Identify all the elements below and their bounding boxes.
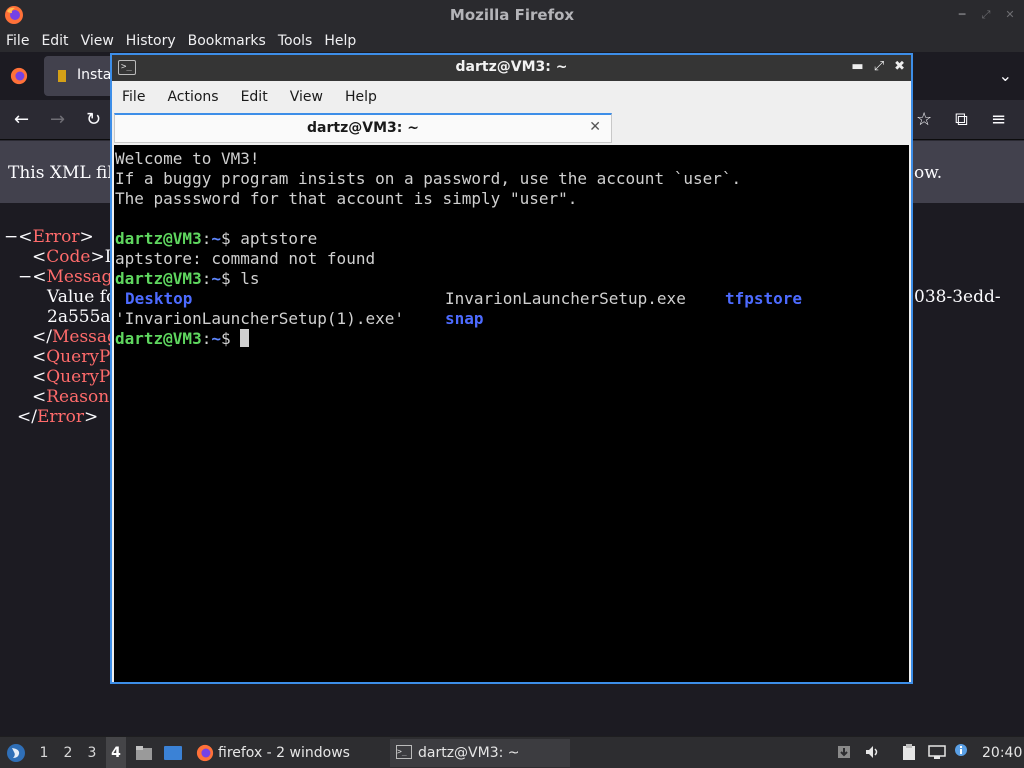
terminal-line: If a buggy program insists on a password… (115, 169, 742, 188)
prompt-path: ~ (211, 329, 221, 348)
network-icon[interactable] (928, 744, 946, 760)
taskbar-firefox-label: firefox - 2 windows (218, 745, 350, 761)
workspace-1[interactable]: 1 (36, 737, 52, 768)
ls-entry-directory: tfpstore (725, 289, 803, 308)
menu-file[interactable]: File (6, 30, 29, 52)
xml-error-open[interactable]: −<Error> (4, 227, 94, 247)
xml-message-value-line2: 2a555a (47, 307, 111, 327)
close-icon[interactable]: ✕ (1004, 8, 1016, 22)
terminal-titlebar[interactable]: >_ dartz@VM3: ~ ▬ ⤢ ✖ (112, 55, 911, 81)
xml-error-close: </Error> (17, 407, 99, 427)
prompt-user: dartz@VM3 (115, 269, 202, 288)
taskbar-terminal-task[interactable]: >_ dartz@VM3: ~ (390, 739, 570, 767)
xml-info-text: This XML file (8, 163, 123, 183)
clipboard-icon[interactable] (900, 743, 918, 761)
file-manager-icon[interactable] (135, 744, 153, 762)
clock[interactable]: 20:40 (982, 737, 1022, 768)
terminal-command: ls (240, 269, 260, 288)
app-menu-icon[interactable] (6, 743, 26, 763)
terminal-app-icon: >_ (396, 745, 412, 759)
menu-bookmarks[interactable]: Bookmarks (188, 30, 266, 52)
show-desktop-icon[interactable] (163, 744, 183, 762)
firefox-logo-icon (196, 744, 214, 762)
terminal-window[interactable]: >_ dartz@VM3: ~ ▬ ⤢ ✖ File Actions Edit … (110, 53, 913, 684)
terminal-menu-actions[interactable]: Actions (167, 81, 218, 113)
close-icon[interactable]: ✖ (894, 59, 905, 74)
tab-favicon-icon (58, 70, 66, 82)
terminal-tab[interactable]: dartz@VM3: ~ ✕ (114, 113, 612, 143)
taskbar-terminal-label: dartz@VM3: ~ (418, 745, 520, 761)
maximize-icon[interactable]: ⤢ (980, 8, 992, 22)
prompt-user: dartz@VM3 (115, 329, 202, 348)
terminal-menu-view[interactable]: View (290, 81, 323, 113)
workspace-2[interactable]: 2 (60, 737, 76, 768)
terminal-menubar: File Actions Edit View Help (112, 81, 911, 113)
terminal-output[interactable]: Welcome to VM3! If a buggy program insis… (114, 145, 909, 682)
extensions-icon[interactable]: ⧉ (955, 109, 968, 130)
terminal-line: aptstore: command not found (115, 249, 376, 268)
back-arrow-icon[interactable]: ← (14, 109, 29, 130)
terminal-prompt-line: dartz@VM3:~$ aptstore (115, 229, 318, 248)
workspace-3[interactable]: 3 (84, 737, 100, 768)
forward-arrow-icon[interactable]: → (50, 109, 65, 130)
text-cursor (240, 329, 250, 347)
terminal-line: The passsword for that account is simply… (115, 189, 578, 208)
ls-entry-file: 'InvarionLauncherSetup(1).exe' (115, 309, 404, 328)
xml-message-value: Value fo (47, 287, 117, 307)
workspace-4[interactable]: 4 (106, 737, 126, 768)
xml-queryparam-line: <QueryP (32, 347, 111, 367)
menu-tools[interactable]: Tools (278, 30, 313, 52)
ls-entry-directory: snap (445, 309, 484, 328)
volume-icon[interactable] (864, 744, 880, 760)
taskbar-firefox-task[interactable]: firefox - 2 windows (192, 739, 380, 767)
xml-message-open[interactable]: −<Messag (18, 267, 112, 287)
bookmark-star-icon[interactable]: ☆ (916, 109, 932, 130)
terminal-prompt-line[interactable]: dartz@VM3:~$ (115, 329, 250, 349)
terminal-tab-label: dartz@VM3: ~ (307, 120, 419, 136)
maximize-icon[interactable]: ⤢ (874, 59, 884, 74)
menu-history[interactable]: History (126, 30, 176, 52)
minimize-icon[interactable]: ━ (956, 8, 968, 22)
tab-close-icon[interactable]: ✕ (589, 119, 601, 135)
xml-code-line: <Code>I (32, 247, 112, 267)
menu-view[interactable]: View (81, 30, 114, 52)
terminal-menu-edit[interactable]: Edit (241, 81, 268, 113)
xml-queryparam-line: <QueryP (32, 367, 111, 387)
prompt-user: dartz@VM3 (115, 229, 202, 248)
hamburger-menu-icon[interactable]: ≡ (991, 109, 1006, 130)
xml-message-value-right: 038-3edd- (914, 287, 1001, 307)
terminal-line: Welcome to VM3! (115, 149, 260, 168)
list-all-tabs-chevron-icon[interactable]: ⌄ (999, 66, 1012, 85)
terminal-command: aptstore (240, 229, 318, 248)
firefox-window-title: Mozilla Firefox (449, 6, 575, 24)
tab-label: Insta (77, 67, 112, 83)
menu-edit[interactable]: Edit (41, 30, 68, 52)
xml-reason-line: <Reason (32, 387, 110, 407)
taskbar: 1 2 3 4 firefox - 2 windows >_ dartz@VM3… (0, 736, 1024, 768)
ls-entry-directory: Desktop (125, 289, 193, 308)
terminal-window-title: dartz@VM3: ~ (455, 59, 568, 75)
firefox-titlebar[interactable]: Mozilla Firefox ━ ⤢ ✕ (0, 0, 1024, 30)
minimize-icon[interactable]: ▬ (851, 59, 863, 74)
notification-info-icon[interactable] (954, 743, 968, 757)
terminal-prompt-line: dartz@VM3:~$ ls (115, 269, 260, 288)
prompt-path: ~ (211, 269, 221, 288)
xml-message-close: </Messag (32, 327, 118, 347)
reload-icon[interactable]: ↻ (86, 109, 101, 130)
prompt-path: ~ (211, 229, 221, 248)
terminal-menu-file[interactable]: File (122, 81, 145, 113)
desktop-screen: Mozilla Firefox ━ ⤢ ✕ File Edit View His… (0, 0, 1024, 768)
menu-help[interactable]: Help (324, 30, 356, 52)
firefox-menubar: File Edit View History Bookmarks Tools H… (0, 30, 1024, 52)
firefox-view-icon[interactable] (10, 67, 28, 85)
xml-info-text-tail: ow. (914, 163, 943, 183)
software-updater-icon[interactable] (836, 744, 852, 760)
ls-entry-file: InvarionLauncherSetup.exe (445, 289, 686, 308)
terminal-menu-help[interactable]: Help (345, 81, 377, 113)
terminal-tabbar: dartz@VM3: ~ ✕ (112, 113, 911, 143)
